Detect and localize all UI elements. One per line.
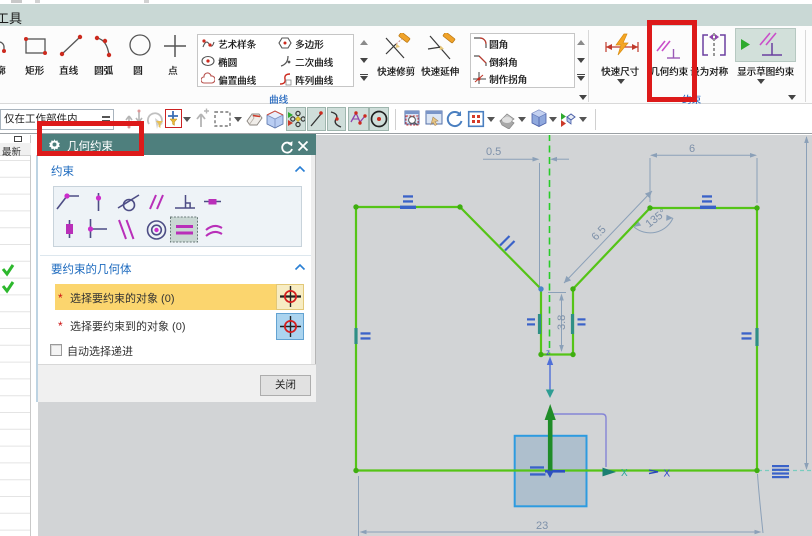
svg-text:6.5: 6.5 <box>589 224 608 243</box>
svg-text:6: 6 <box>689 143 695 155</box>
svg-text:X: X <box>621 468 628 479</box>
svg-text:3.8: 3.8 <box>556 315 568 330</box>
svg-text:23: 23 <box>536 520 548 532</box>
svg-text:X: X <box>664 469 671 480</box>
svg-text:0.5: 0.5 <box>486 146 501 158</box>
svg-text:z: z <box>546 348 550 357</box>
